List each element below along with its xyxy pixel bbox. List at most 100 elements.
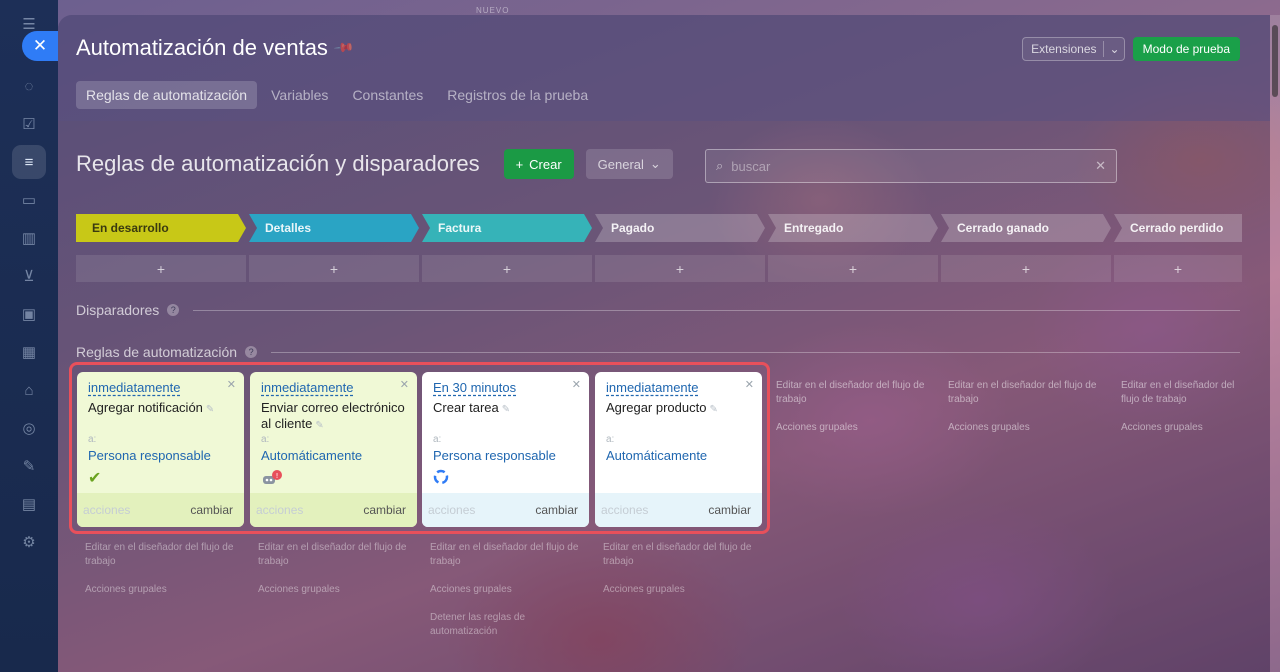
rule-delay-link[interactable]: En 30 minutos <box>433 380 516 395</box>
page-title-text: Automatización de ventas <box>76 35 328 60</box>
scrollbar[interactable] <box>1270 15 1280 672</box>
document-icon[interactable]: ▤ <box>19 494 39 514</box>
pin-icon[interactable]: 📌 <box>333 37 355 60</box>
settings-icon[interactable]: ⚙ <box>19 532 39 552</box>
close-slider-button[interactable]: ✕ <box>22 31 58 61</box>
analytics-icon[interactable]: ▥ <box>19 228 39 248</box>
group-actions-link[interactable]: Acciones grupales <box>85 583 167 597</box>
rule-delay-link[interactable]: inmediatamente <box>261 380 354 395</box>
card-footer: acciones cambiar <box>422 493 589 527</box>
crm-filter-icon[interactable]: ≡ <box>19 152 39 172</box>
contact-card-icon[interactable]: ▣ <box>19 304 39 324</box>
close-icon: ✕ <box>32 36 48 55</box>
chat-icon[interactable]: ◌ <box>19 76 39 96</box>
add-trigger-button[interactable]: + <box>1114 255 1242 282</box>
search-input[interactable] <box>731 158 1096 174</box>
group-actions-link[interactable]: Acciones grupales <box>776 421 858 435</box>
inbox-icon[interactable]: ▭ <box>19 190 39 210</box>
new-badge: NUEVO <box>476 6 510 15</box>
stage-en-desarrollo[interactable]: En desarrollo <box>76 214 246 242</box>
stage-detalles[interactable]: Detalles <box>249 214 419 242</box>
divider <box>1102 41 1104 57</box>
rule-card-notification[interactable]: inmediatamente ✕ Agregar notificación ✎ a… <box>77 372 244 527</box>
group-actions-link[interactable]: Acciones grupales <box>258 583 340 597</box>
rule-card-product[interactable]: inmediatamente ✕ Agregar producto ✎ a: Au… <box>595 372 762 527</box>
pencil-icon[interactable]: ✎ <box>709 404 717 415</box>
change-link[interactable]: cambiar <box>190 503 233 517</box>
close-icon[interactable]: ✕ <box>227 378 236 391</box>
pencil-icon[interactable]: ✎ <box>206 404 214 415</box>
stage-pagado[interactable]: Pagado <box>595 214 765 242</box>
help-icon[interactable]: ? <box>167 304 180 316</box>
rules-section: Reglas de automatización ? <box>76 344 1240 360</box>
close-icon[interactable]: ✕ <box>572 378 581 391</box>
extensions-button[interactable]: Extensiones ⌄ <box>1022 37 1125 61</box>
change-link[interactable]: cambiar <box>708 503 751 517</box>
group-actions-link[interactable]: Acciones grupales <box>430 583 512 597</box>
card-footer: acciones cambiar <box>595 493 762 527</box>
page-title: Automatización de ventas 📌 <box>76 35 355 61</box>
group-actions-link[interactable]: Acciones grupales <box>603 583 685 597</box>
stage-entregado[interactable]: Entregado <box>768 214 938 242</box>
stage-factura[interactable]: Factura <box>422 214 592 242</box>
search-icon: ⌕ <box>716 158 724 173</box>
general-dropdown[interactable]: General ⌄ <box>585 149 673 179</box>
chevron-down-icon: ⌄ <box>649 156 661 171</box>
rule-delay-link[interactable]: inmediatamente <box>88 380 181 395</box>
group-actions-link[interactable]: Acciones grupales <box>1121 421 1203 435</box>
close-icon[interactable]: ✕ <box>400 378 409 391</box>
edit-designer-link[interactable]: Editar en el diseñador del flujo de trab… <box>258 541 413 569</box>
pencil-icon[interactable]: ✎ <box>315 420 323 431</box>
help-icon[interactable]: ? <box>245 346 258 358</box>
automation-panel: Automatización de ventas 📌 Extensiones ⌄… <box>58 15 1270 672</box>
tab-variables[interactable]: Variables <box>261 81 338 109</box>
recipient-label: a: <box>261 434 270 445</box>
add-trigger-button[interactable]: + <box>422 255 592 282</box>
stop-rules-link[interactable]: Detener las reglas de automatización <box>430 611 550 639</box>
test-mode-button[interactable]: Modo de prueba <box>1132 37 1240 61</box>
panel-header: Automatización de ventas 📌 Extensiones ⌄… <box>58 15 1270 121</box>
rule-action-text: Agregar notificación <box>88 400 203 415</box>
rule-card-task[interactable]: En 30 minutos ✕ Crear tarea ✎ a: Persona … <box>422 372 589 527</box>
add-trigger-button[interactable]: + <box>76 255 246 282</box>
rule-delay-link[interactable]: inmediatamente <box>606 380 699 395</box>
group-actions-link[interactable]: Acciones grupales <box>948 421 1030 435</box>
actions-link[interactable]: acciones <box>601 503 648 517</box>
stage-cerrado-perdido[interactable]: Cerrado perdido <box>1114 214 1242 242</box>
pencil-icon[interactable]: ✎ <box>502 404 510 415</box>
recipient-label: a: <box>88 434 97 445</box>
tab-constants[interactable]: Constantes <box>342 81 433 109</box>
calendar-icon[interactable]: ▦ <box>19 342 39 362</box>
rule-action: Agregar producto ✎ <box>606 400 756 418</box>
edit-designer-link[interactable]: Editar en el diseñador del flujo de trab… <box>430 541 585 569</box>
actions-link[interactable]: acciones <box>256 503 303 517</box>
create-button[interactable]: + Crear <box>503 149 574 179</box>
store-icon[interactable]: ⌂ <box>19 380 39 400</box>
target-icon[interactable]: ◎ <box>19 418 39 438</box>
add-trigger-button[interactable]: + <box>768 255 938 282</box>
rule-action: Enviar correo electrónico al cliente ✎ <box>261 400 411 434</box>
clear-icon[interactable]: ✕ <box>1095 158 1106 174</box>
change-link[interactable]: cambiar <box>363 503 406 517</box>
edit-designer-link[interactable]: Editar en el diseñador del flujo de trab… <box>776 379 926 407</box>
scrollbar-thumb[interactable] <box>1272 25 1278 97</box>
cart-icon[interactable]: ⊻ <box>19 266 39 286</box>
rule-card-email[interactable]: inmediatamente ✕ Enviar correo electróni… <box>250 372 417 527</box>
stage-cerrado-ganado[interactable]: Cerrado ganado <box>941 214 1111 242</box>
edit-designer-link[interactable]: Editar en el diseñador del flujo de trab… <box>85 541 240 569</box>
tab-test-logs[interactable]: Registros de la prueba <box>437 81 598 109</box>
change-link[interactable]: cambiar <box>535 503 578 517</box>
actions-link[interactable]: acciones <box>83 503 130 517</box>
tab-automation-rules[interactable]: Reglas de automatización <box>76 81 258 109</box>
edit-designer-link[interactable]: Editar en el diseñador del flujo de trab… <box>948 379 1098 407</box>
add-trigger-button[interactable]: + <box>941 255 1111 282</box>
edit-designer-link[interactable]: Editar en el diseñador del flujo de trab… <box>603 541 758 569</box>
tasks-icon[interactable]: ☑ <box>19 114 39 134</box>
actions-link[interactable]: acciones <box>428 503 475 517</box>
edit-designer-link[interactable]: Editar en el diseñador del flujo de trab… <box>1121 379 1246 407</box>
add-trigger-button[interactable]: + <box>595 255 765 282</box>
sign-icon[interactable]: ✎ <box>19 456 39 476</box>
add-trigger-row: + + + + + + + <box>76 255 1245 282</box>
close-icon[interactable]: ✕ <box>745 378 754 391</box>
add-trigger-button[interactable]: + <box>249 255 419 282</box>
